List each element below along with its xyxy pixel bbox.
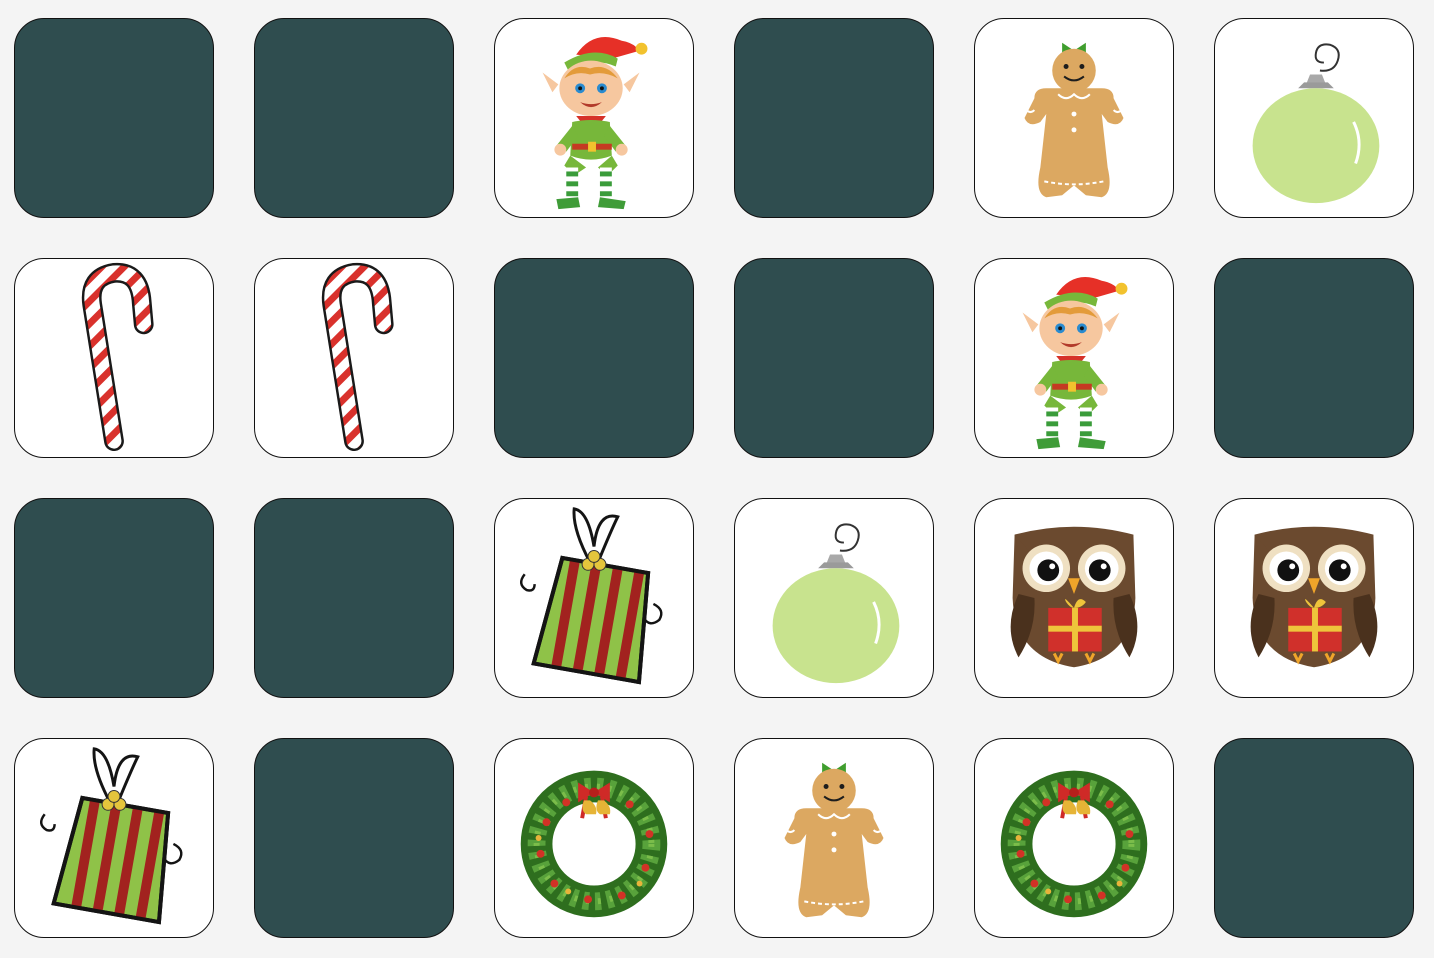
ornament-icon (1252, 43, 1380, 204)
card-hidden-r4c6[interactable] (1214, 738, 1414, 938)
wreath-icon (1000, 770, 1148, 918)
card-hidden-r1c2[interactable] (254, 18, 454, 218)
card-revealed-r4c5[interactable] (974, 738, 1174, 938)
wreath-icon (520, 770, 668, 918)
owl-icon (1250, 526, 1378, 668)
card-hidden-r1c1[interactable] (14, 18, 214, 218)
card-revealed-r2c1[interactable] (14, 258, 214, 458)
card-revealed-r3c3[interactable] (494, 498, 694, 698)
card-hidden-r3c2[interactable] (254, 498, 454, 698)
card-hidden-r2c4[interactable] (734, 258, 934, 458)
card-hidden-r1c4[interactable] (734, 18, 934, 218)
card-revealed-r3c6[interactable] (1214, 498, 1414, 698)
elf-icon (542, 37, 648, 210)
gift-icon (519, 507, 663, 685)
card-revealed-r3c4[interactable] (734, 498, 934, 698)
elf-icon (1022, 277, 1128, 450)
card-hidden-r3c1[interactable] (14, 498, 214, 698)
candy-cane-icon (321, 262, 394, 452)
card-revealed-r2c5[interactable] (974, 258, 1174, 458)
card-hidden-r2c6[interactable] (1214, 258, 1414, 458)
gingerbread-icon (784, 762, 884, 918)
card-revealed-r1c6[interactable] (1214, 18, 1414, 218)
card-revealed-r1c5[interactable] (974, 18, 1174, 218)
ornament-icon (772, 523, 900, 684)
card-revealed-r1c3[interactable] (494, 18, 694, 218)
card-hidden-r4c2[interactable] (254, 738, 454, 938)
card-revealed-r4c3[interactable] (494, 738, 694, 938)
owl-icon (1010, 526, 1138, 668)
card-revealed-r4c4[interactable] (734, 738, 934, 938)
memory-game-board (14, 18, 1414, 938)
gift-icon (39, 747, 183, 925)
candy-cane-icon (81, 262, 154, 452)
card-revealed-r4c1[interactable] (14, 738, 214, 938)
card-revealed-r2c2[interactable] (254, 258, 454, 458)
card-revealed-r3c5[interactable] (974, 498, 1174, 698)
card-hidden-r2c3[interactable] (494, 258, 694, 458)
gingerbread-icon (1024, 42, 1124, 198)
